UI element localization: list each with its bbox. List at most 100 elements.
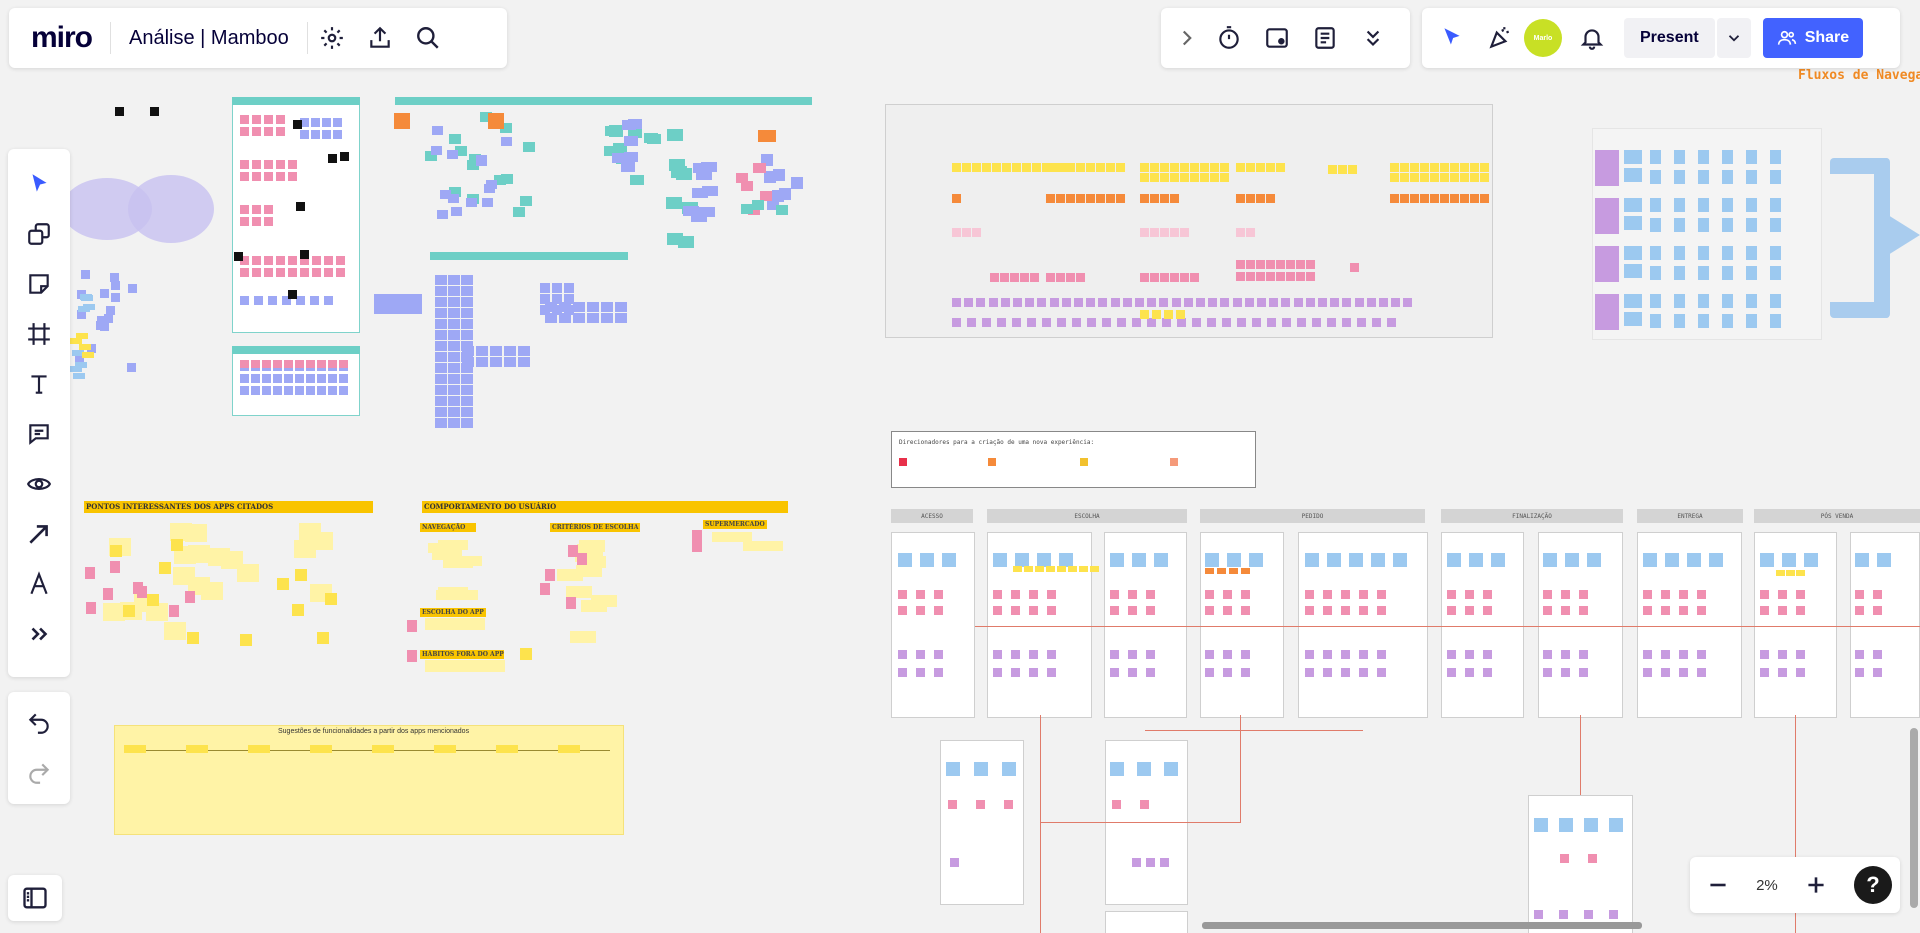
sticky-note[interactable] <box>581 600 607 612</box>
search-icon[interactable] <box>404 14 452 62</box>
sticky-note[interactable] <box>1002 163 1011 172</box>
sticky-note[interactable] <box>1146 590 1155 599</box>
sticky-note[interactable] <box>1698 170 1709 184</box>
sticky-note[interactable] <box>490 357 502 367</box>
sticky-note[interactable] <box>448 286 460 296</box>
sticky-note[interactable] <box>268 296 277 305</box>
sticky-note[interactable] <box>1377 606 1386 615</box>
sticky-note[interactable] <box>501 137 512 146</box>
sticky-note[interactable] <box>336 268 345 277</box>
sticky-note[interactable] <box>372 745 394 753</box>
sticky-note[interactable] <box>558 745 580 753</box>
sticky-note[interactable] <box>1140 163 1149 172</box>
sticky-note[interactable] <box>1722 266 1733 280</box>
sticky-note[interactable] <box>407 620 417 632</box>
sticky-note[interactable] <box>1000 298 1010 307</box>
sticky-note[interactable] <box>1220 163 1229 172</box>
sticky-note[interactable] <box>630 175 644 185</box>
sticky-note[interactable] <box>1483 668 1492 677</box>
sticky-note[interactable] <box>779 188 791 200</box>
sticky-note[interactable] <box>300 268 309 277</box>
sticky-note[interactable] <box>466 198 477 207</box>
sticky-note[interactable] <box>1246 260 1255 269</box>
sticky-note[interactable] <box>1855 606 1864 615</box>
sticky-note[interactable] <box>127 363 136 372</box>
sticky-note[interactable] <box>1236 260 1245 269</box>
sticky-note[interactable] <box>976 298 986 307</box>
sticky-note[interactable] <box>201 582 223 600</box>
sticky-note[interactable] <box>1256 260 1265 269</box>
sticky-note[interactable] <box>276 256 285 265</box>
sidebar-panel-icon[interactable] <box>8 875 62 921</box>
sticky-note[interactable] <box>1066 273 1075 282</box>
sticky-note[interactable] <box>240 160 249 169</box>
sticky-note[interactable] <box>1400 163 1409 172</box>
sticky-note[interactable] <box>476 346 488 356</box>
sticky-note[interactable] <box>273 386 282 395</box>
sticky-note[interactable] <box>461 418 473 428</box>
sticky-note[interactable] <box>448 275 460 285</box>
sticky-note[interactable] <box>1372 318 1381 327</box>
sticky-note[interactable] <box>81 295 93 301</box>
sticky-note[interactable] <box>328 360 337 368</box>
sticky-note[interactable] <box>621 162 635 172</box>
sticky-note[interactable] <box>948 800 957 809</box>
sticky-note[interactable] <box>990 273 999 282</box>
sticky-note[interactable] <box>252 268 261 277</box>
sticky-note[interactable] <box>1110 650 1119 659</box>
sticky-note[interactable] <box>1873 668 1882 677</box>
sticky-note[interactable] <box>448 396 460 406</box>
sticky-note[interactable] <box>1460 194 1469 203</box>
sticky-note[interactable] <box>339 386 348 395</box>
sticky-note[interactable] <box>1698 150 1709 164</box>
sticky-note[interactable] <box>1722 218 1733 232</box>
pen-icon[interactable] <box>14 559 64 609</box>
sticky-note[interactable] <box>1210 163 1219 172</box>
sticky-note[interactable] <box>310 296 319 305</box>
sticky-note[interactable] <box>1246 228 1255 237</box>
board-canvas[interactable]: PONTOS INTERESSANTES DOS APPS CITADOS CO… <box>0 0 1920 933</box>
sticky-note[interactable] <box>1387 318 1396 327</box>
sticky-note[interactable] <box>1390 173 1399 182</box>
vertical-scrollbar[interactable] <box>1910 728 1918 908</box>
sticky-note[interactable] <box>1146 858 1155 867</box>
sticky-note[interactable] <box>752 200 764 210</box>
sticky-note[interactable] <box>1543 590 1552 599</box>
sticky-note[interactable] <box>1579 668 1588 677</box>
sticky-note[interactable] <box>1760 606 1769 615</box>
sticky-note[interactable] <box>564 283 574 293</box>
sticky-note[interactable] <box>1237 318 1246 327</box>
sticky-note[interactable] <box>992 163 1001 172</box>
sticky-note[interactable] <box>1296 272 1305 281</box>
sticky-note[interactable] <box>1222 318 1231 327</box>
sticky-note[interactable] <box>920 553 934 567</box>
sticky-note[interactable] <box>559 302 571 312</box>
sticky-note[interactable] <box>317 374 326 383</box>
sticky-note[interactable] <box>1241 668 1250 677</box>
sticky-note[interactable] <box>1305 650 1314 659</box>
sticky-note[interactable] <box>1281 298 1291 307</box>
sticky-note[interactable] <box>1379 298 1388 307</box>
sticky-note[interactable] <box>1469 553 1483 567</box>
sticky-note[interactable] <box>1220 298 1230 307</box>
sticky-note[interactable] <box>1305 590 1314 599</box>
sticky-note[interactable] <box>1241 606 1250 615</box>
sticky-note[interactable] <box>1276 260 1285 269</box>
sticky-note[interactable] <box>1207 318 1216 327</box>
sticky-note[interactable] <box>1323 650 1332 659</box>
sticky-note[interactable] <box>1035 566 1044 572</box>
sticky-note[interactable] <box>1328 165 1337 174</box>
sticky-note[interactable] <box>952 163 961 172</box>
sugestoes-frame[interactable] <box>114 725 624 835</box>
sticky-note[interactable] <box>1698 294 1709 308</box>
sticky-note[interactable] <box>1584 818 1598 832</box>
sticky-note[interactable] <box>1205 650 1214 659</box>
sticky-note[interactable] <box>1267 318 1276 327</box>
sticky-note[interactable] <box>386 294 398 304</box>
sticky-note[interactable] <box>1410 163 1419 172</box>
sticky-note[interactable] <box>111 293 120 302</box>
sticky-note[interactable] <box>461 319 473 329</box>
sticky-note[interactable] <box>288 256 297 265</box>
sticky-note[interactable] <box>169 605 179 617</box>
sticky-note[interactable] <box>251 374 260 383</box>
